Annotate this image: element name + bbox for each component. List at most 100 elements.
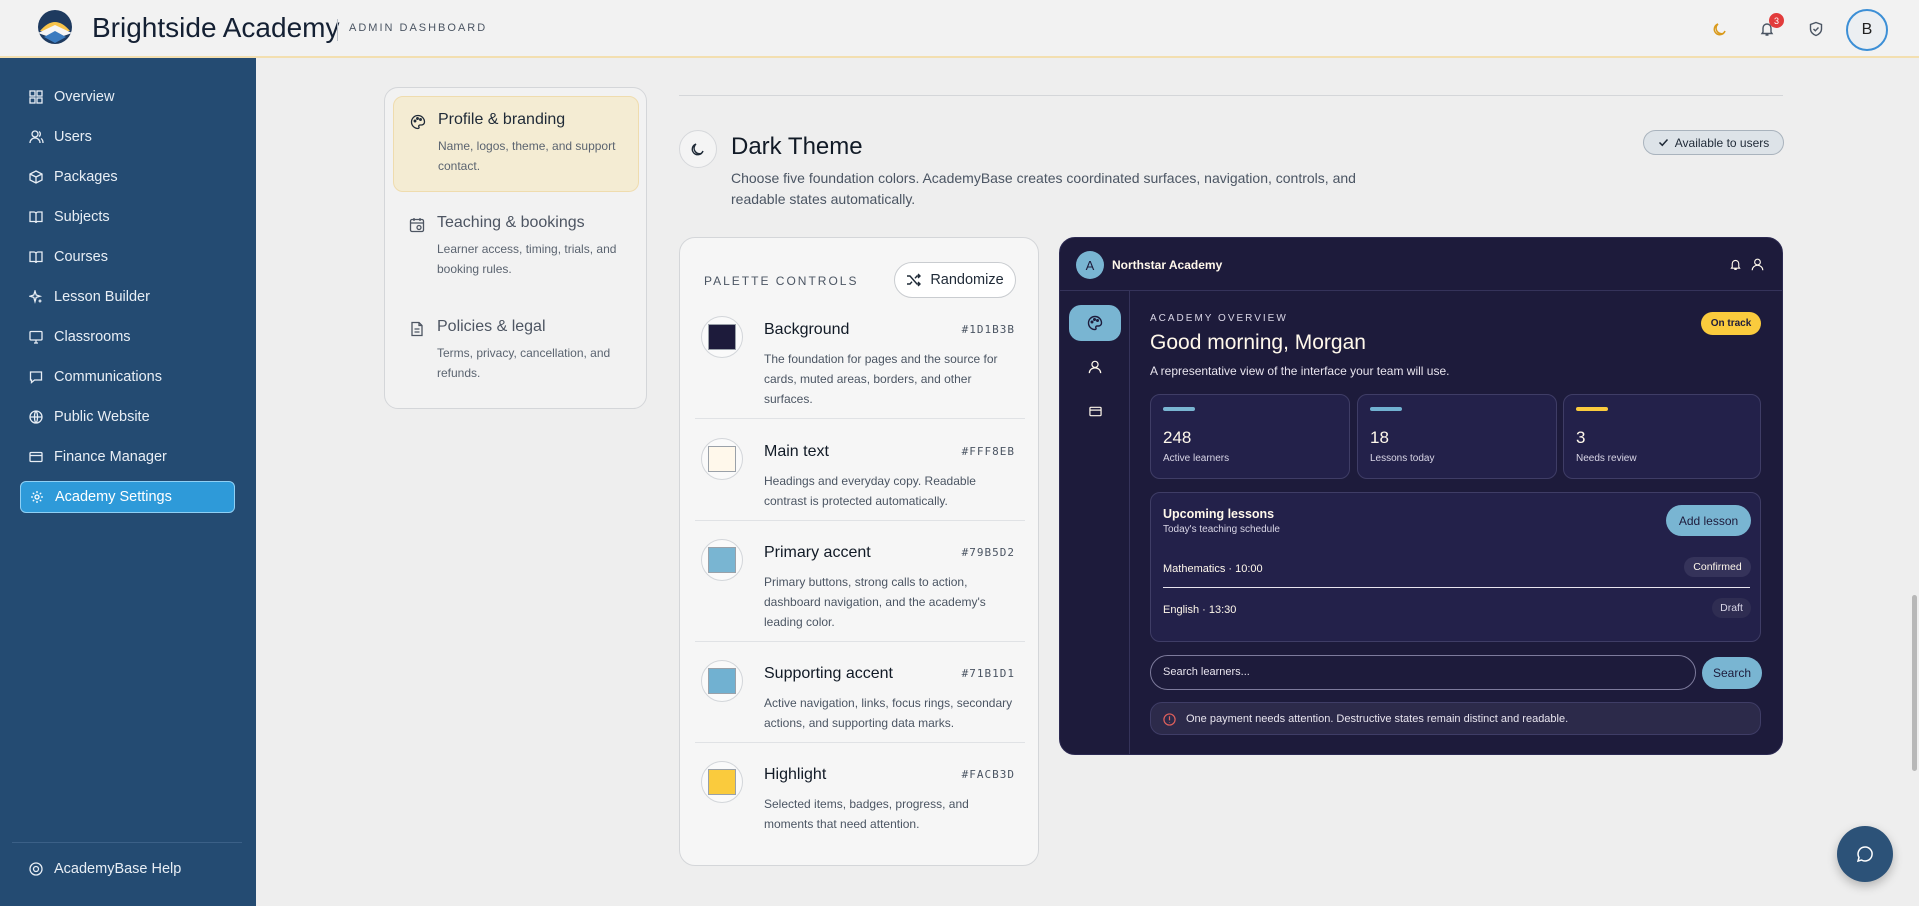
payment-alert: One payment needs attention. Destructive… (1150, 702, 1761, 735)
randomize-button[interactable]: Randomize (894, 262, 1016, 298)
section-divider (679, 95, 1783, 96)
sidebar: Overview Users Packages Subjects Courses… (0, 58, 256, 906)
palette-color-name: Background (764, 321, 850, 338)
palette-color-name: Highlight (764, 766, 827, 783)
lessons-subtitle: Today's teaching schedule (1163, 524, 1280, 535)
sidebar-help-label: AcademyBase Help (54, 861, 182, 877)
credit-card-icon[interactable] (1069, 393, 1121, 429)
sidebar-item-subjects[interactable]: Subjects (20, 201, 235, 233)
sidebar-item-lesson-builder[interactable]: Lesson Builder (20, 281, 235, 313)
stat-card: 248 Active learners (1150, 394, 1350, 479)
stat-value: 18 (1370, 428, 1389, 447)
sidebar-item-users[interactable]: Users (20, 121, 235, 153)
users-icon (28, 129, 44, 145)
preview-search-button[interactable]: Search (1702, 657, 1762, 689)
color-swatch-picker[interactable] (701, 761, 743, 803)
stat-value: 3 (1576, 428, 1586, 447)
bell-icon[interactable]: 3 (1754, 13, 1784, 42)
page-scrollbar[interactable] (1912, 595, 1917, 771)
sidebar-item-packages[interactable]: Packages (20, 161, 235, 193)
user-icon[interactable] (1069, 349, 1121, 385)
palette-color-hex[interactable]: #FACB3D (962, 768, 1015, 781)
color-swatch (708, 324, 736, 350)
palette-color-name: Main text (764, 443, 829, 460)
calendar-icon (409, 217, 425, 233)
palette-color-hex[interactable]: #79B5D2 (962, 546, 1015, 559)
academy-logo-icon[interactable] (34, 9, 76, 47)
sidebar-help-link[interactable]: AcademyBase Help (20, 853, 235, 885)
color-swatch (708, 547, 736, 573)
color-swatch-picker[interactable] (701, 539, 743, 581)
preview-search-input[interactable]: Search learners... (1150, 655, 1696, 690)
palette-divider (695, 742, 1025, 743)
stat-accent-bar (1163, 407, 1195, 411)
palette-row-primary-accent[interactable]: Primary accent #79B5D2 Primary buttons, … (695, 535, 1025, 635)
sidebar-item-label: Public Website (54, 409, 150, 425)
preview-eyebrow: ACADEMY OVERVIEW (1150, 313, 1288, 324)
sparkle-icon (28, 289, 44, 305)
palette-row-main-text[interactable]: Main text #FFF8EB Headings and everyday … (695, 434, 1025, 514)
palette-heading: PALETTE CONTROLS (704, 274, 859, 288)
palette-color-hex[interactable]: #71B1D1 (962, 667, 1015, 680)
sidebar-divider (12, 842, 242, 843)
settings-nav-policies-legal[interactable]: Policies & legal Terms, privacy, cancell… (393, 304, 639, 400)
palette-color-hex[interactable]: #FFF8EB (962, 445, 1015, 458)
shuffle-icon (906, 273, 922, 287)
palette-divider (695, 418, 1025, 419)
palette-row-background[interactable]: Background #1D1B3B The foundation for pa… (695, 312, 1025, 407)
brand-name[interactable]: Brightside Academy (92, 12, 339, 44)
palette-color-desc: Primary buttons, strong calls to action,… (764, 575, 986, 629)
sidebar-item-classrooms[interactable]: Classrooms (20, 321, 235, 353)
sidebar-item-label: Overview (54, 89, 115, 105)
sidebar-item-label: Finance Manager (54, 449, 167, 465)
availability-toggle[interactable]: Available to users (1643, 130, 1784, 155)
preview-logo: A (1076, 251, 1104, 279)
palette-divider (695, 641, 1025, 642)
sidebar-item-public-website[interactable]: Public Website (20, 401, 235, 433)
sidebar-item-label: Classrooms (54, 329, 131, 345)
chat-icon (28, 369, 44, 385)
color-swatch-picker[interactable] (701, 660, 743, 702)
chat-support-button[interactable] (1837, 826, 1893, 882)
theme-description: Choose five foundation colors. AcademyBa… (731, 170, 1356, 207)
credit-card-icon (28, 449, 44, 465)
palette-color-hex[interactable]: #1D1B3B (962, 323, 1015, 336)
color-swatch-picker[interactable] (701, 316, 743, 358)
avatar[interactable]: B (1846, 9, 1888, 51)
stat-accent-bar (1370, 407, 1402, 411)
sidebar-item-label: Packages (54, 169, 118, 185)
lesson-row-label[interactable]: Mathematics · 10:00 (1163, 563, 1263, 575)
settings-nav-profile-branding[interactable]: Profile & branding Name, logos, theme, a… (393, 96, 639, 192)
palette-row-highlight[interactable]: Highlight #FACB3D Selected items, badges… (695, 757, 1025, 837)
lesson-row-label[interactable]: English · 13:30 (1163, 604, 1236, 616)
moon-icon[interactable] (1707, 16, 1733, 42)
color-swatch-picker[interactable] (701, 438, 743, 480)
palette-row-supporting-accent[interactable]: Supporting accent #71B1D1 Active navigat… (695, 656, 1025, 736)
add-lesson-button[interactable]: Add lesson (1666, 505, 1751, 536)
book-icon (28, 209, 44, 225)
availability-label: Available to users (1674, 135, 1770, 150)
settings-section-nav: Profile & branding Name, logos, theme, a… (384, 87, 647, 409)
sidebar-item-courses[interactable]: Courses (20, 241, 235, 273)
stat-label: Lessons today (1370, 453, 1435, 464)
sidebar-item-communications[interactable]: Communications (20, 361, 235, 393)
document-icon (409, 321, 425, 337)
stat-label: Active learners (1163, 453, 1230, 464)
palette-color-name: Primary accent (764, 544, 871, 561)
brand-subtitle: ADMIN DASHBOARD (349, 22, 488, 34)
sidebar-item-overview[interactable]: Overview (20, 81, 235, 113)
stat-value: 248 (1163, 428, 1192, 447)
sidebar-item-label: Users (54, 129, 92, 145)
moon-icon (679, 130, 717, 168)
sidebar-item-academy-settings[interactable]: Academy Settings (20, 481, 235, 513)
globe-icon (28, 409, 44, 425)
sidebar-item-finance-manager[interactable]: Finance Manager (20, 441, 235, 473)
color-swatch (708, 668, 736, 694)
bell-icon[interactable] (1727, 256, 1743, 272)
user-icon[interactable] (1749, 256, 1765, 272)
monitor-icon (28, 329, 44, 345)
palette-icon[interactable] (1069, 305, 1121, 341)
settings-nav-teaching-bookings[interactable]: Teaching & bookings Learner access, timi… (393, 200, 639, 296)
preview-rail (1060, 291, 1130, 754)
shield-icon[interactable] (1803, 16, 1829, 42)
